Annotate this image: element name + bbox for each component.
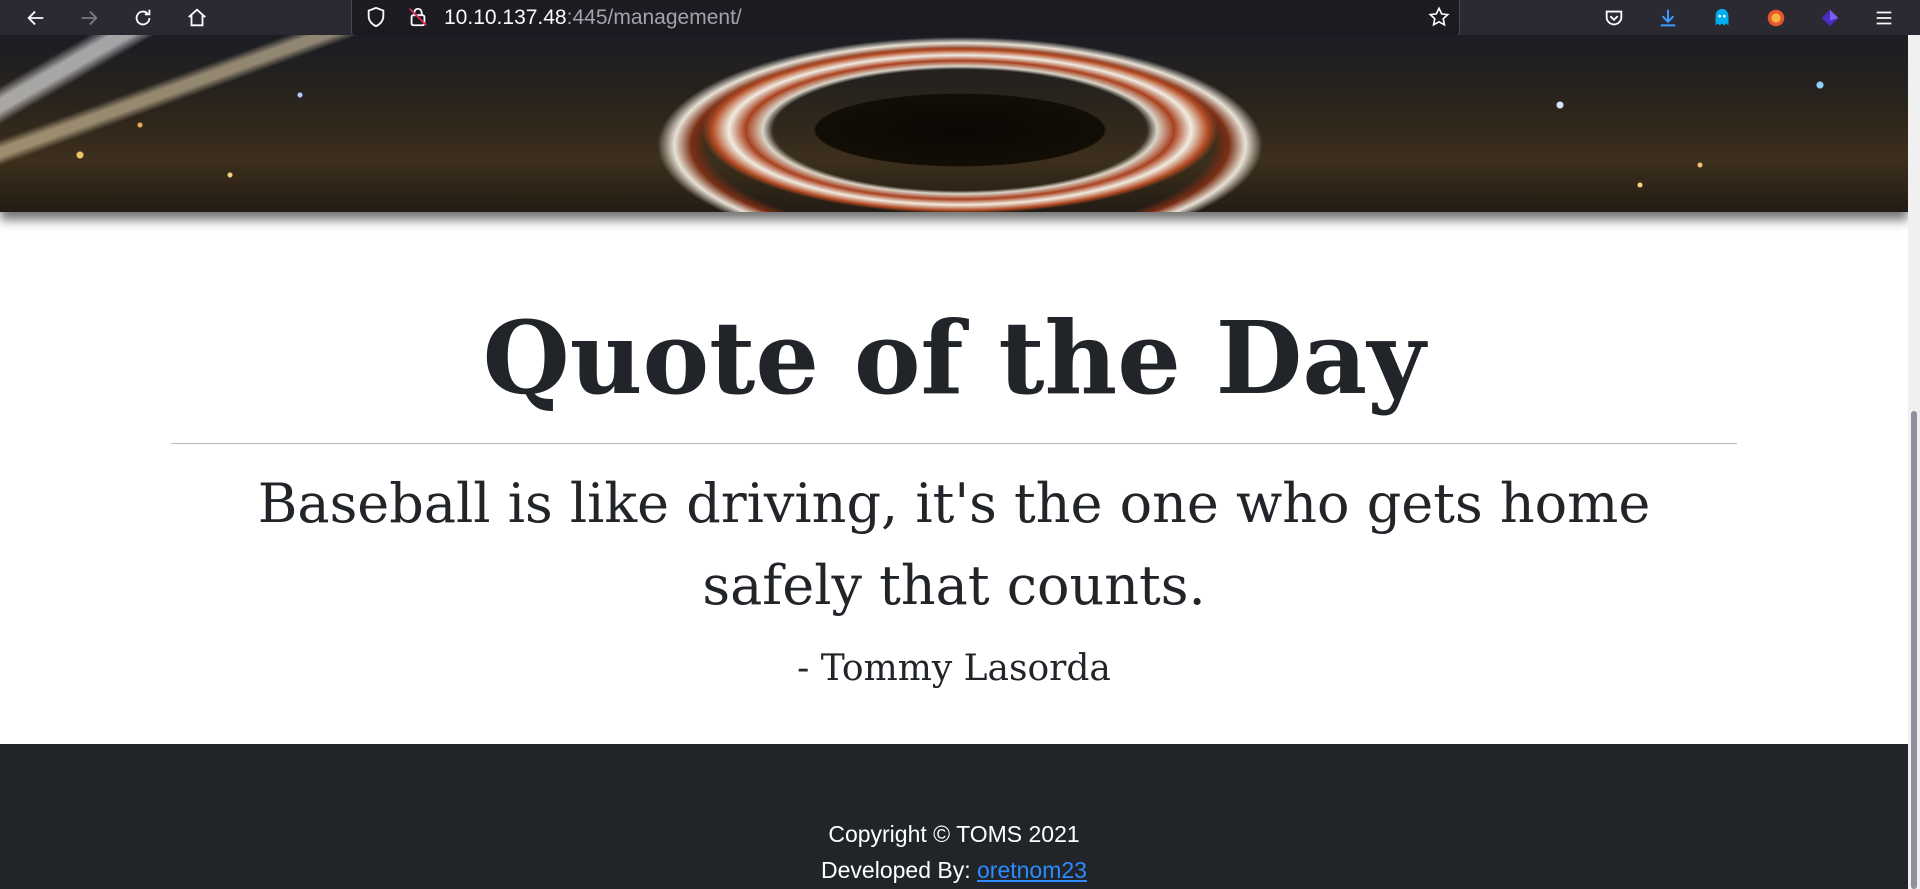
- home-icon[interactable]: [181, 2, 213, 34]
- quote-author: - Tommy Lasorda: [797, 648, 1111, 689]
- forward-icon[interactable]: [73, 2, 105, 34]
- divider: [171, 443, 1737, 444]
- extension-purple-icon[interactable]: [1814, 2, 1846, 34]
- scrollbar-thumb[interactable]: [1911, 411, 1917, 889]
- pocket-icon[interactable]: [1598, 2, 1630, 34]
- footer: Copyright © TOMS 2021 Developed By: oret…: [0, 744, 1908, 889]
- extension-icon[interactable]: [1760, 2, 1792, 34]
- footer-copyright: Copyright © TOMS 2021: [828, 821, 1080, 847]
- scrollbar[interactable]: [1908, 35, 1920, 889]
- hero-banner-image: [0, 35, 1908, 212]
- page-title: Quote of the Day: [482, 299, 1426, 417]
- address-bar[interactable]: 10.10.137.48:445/management/: [351, 0, 1460, 38]
- back-icon[interactable]: [20, 2, 52, 34]
- footer-developer: Developed By: oretnom23: [0, 857, 1908, 884]
- url-path: :445/management/: [566, 6, 742, 29]
- hero-city-lights: [0, 35, 1908, 212]
- bookmark-star-icon[interactable]: [1423, 1, 1455, 33]
- menu-icon[interactable]: [1868, 2, 1900, 34]
- browser-toolbar: 10.10.137.48:445/management/: [0, 0, 1920, 38]
- developed-by-label: Developed By:: [821, 857, 971, 883]
- url-text[interactable]: 10.10.137.48:445/management/: [444, 6, 742, 30]
- url-host: 10.10.137.48: [444, 6, 567, 29]
- developer-link[interactable]: oretnom23: [977, 857, 1087, 883]
- shield-icon[interactable]: [360, 1, 392, 33]
- quote-text: Baseball is like driving, it's the one w…: [257, 472, 1651, 617]
- insecure-lock-icon[interactable]: [402, 1, 434, 33]
- ghostery-icon[interactable]: [1706, 2, 1738, 34]
- reload-icon[interactable]: [127, 2, 159, 34]
- download-icon[interactable]: [1652, 2, 1684, 34]
